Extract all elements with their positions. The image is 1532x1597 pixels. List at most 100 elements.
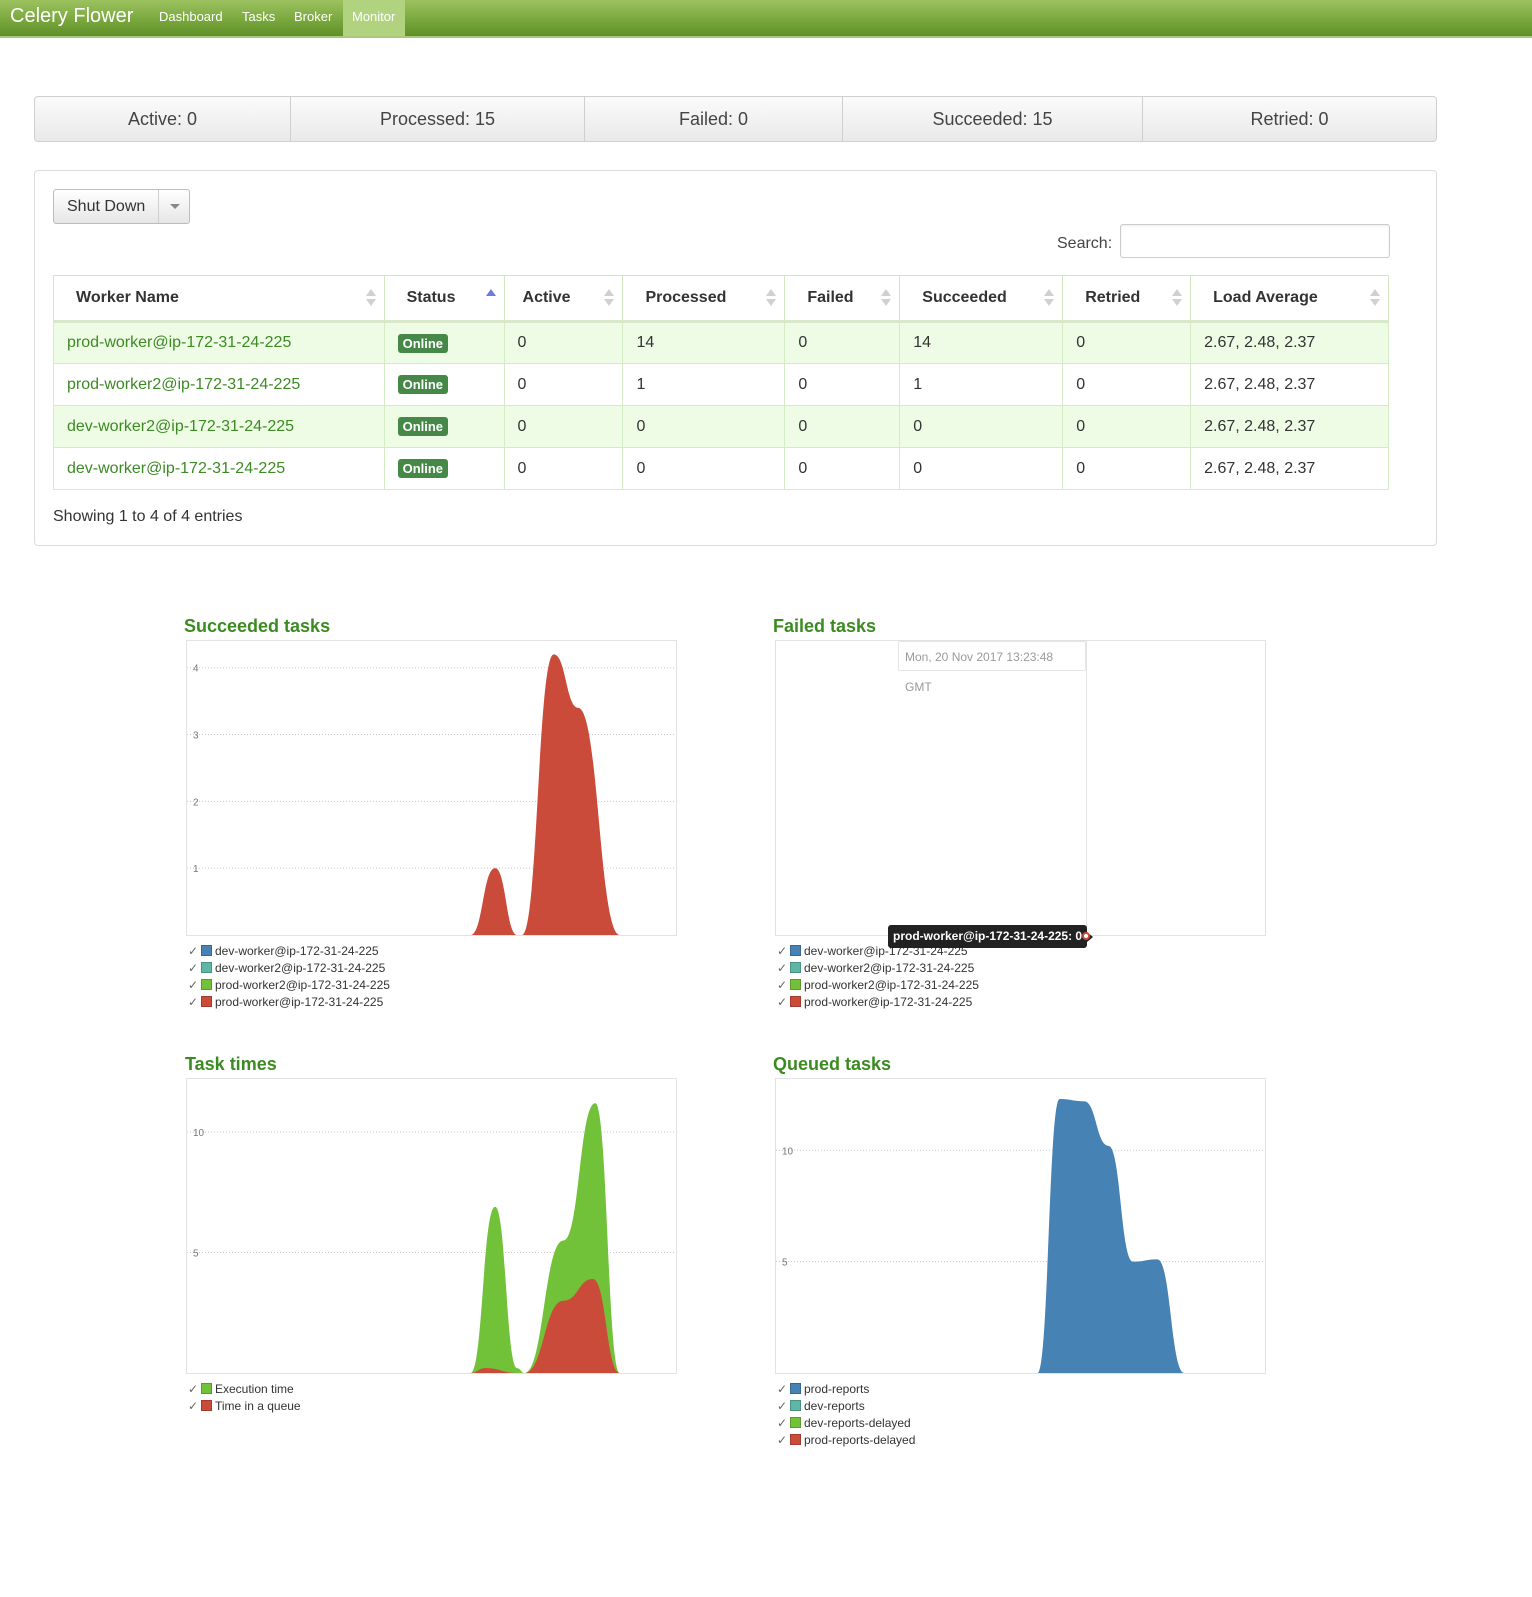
- legend-item-dev-worker2-ip-172-31-24-225[interactable]: ✓ dev-worker2@ip-172-31-24-225: [188, 960, 390, 977]
- column-active[interactable]: Active: [503, 275, 624, 323]
- column-load-average[interactable]: Load Average: [1190, 275, 1389, 323]
- legend-item-prod-worker2-ip-172-31-24-225[interactable]: ✓ prod-worker2@ip-172-31-24-225: [777, 977, 979, 994]
- cell-retried: 0: [1062, 405, 1192, 448]
- chart-queued-tasks[interactable]: 5 10: [775, 1078, 1266, 1374]
- column-processed[interactable]: Processed: [622, 275, 786, 323]
- cell-retried: 0: [1062, 447, 1192, 490]
- legend-swatch: [790, 979, 801, 990]
- nav-tasks[interactable]: Tasks: [233, 0, 284, 36]
- legend-item-dev-reports[interactable]: ✓ dev-reports: [777, 1398, 915, 1415]
- check-icon[interactable]: ✓: [777, 943, 790, 960]
- cell-processed: 0: [622, 447, 786, 490]
- cell-succeeded: 0: [899, 405, 1064, 448]
- chevron-down-icon[interactable]: [158, 190, 189, 223]
- legend-item-prod-worker-ip-172-31-24-225[interactable]: ✓ prod-worker@ip-172-31-24-225: [188, 994, 390, 1011]
- legend-swatch: [790, 1383, 801, 1394]
- status-badge: Online: [397, 417, 449, 436]
- status-badge: Online: [397, 375, 449, 394]
- legend-item-prod-reports-delayed[interactable]: ✓ prod-reports-delayed: [777, 1432, 915, 1449]
- sort-ascending-icon: [485, 289, 496, 309]
- check-icon[interactable]: ✓: [777, 1415, 790, 1432]
- table-row: dev-worker@ip-172-31-24-225 Online 0 0 0…: [53, 447, 1389, 490]
- nav-broker[interactable]: Broker: [285, 0, 341, 36]
- column-worker-name[interactable]: Worker Name: [53, 275, 385, 323]
- check-icon[interactable]: ✓: [777, 1398, 790, 1415]
- check-icon[interactable]: ✓: [188, 977, 201, 994]
- worker-link[interactable]: dev-worker@ip-172-31-24-225: [67, 460, 285, 477]
- table-row: dev-worker2@ip-172-31-24-225 Online 0 0 …: [53, 405, 1389, 448]
- check-icon[interactable]: ✓: [188, 960, 201, 977]
- legend-item-prod-worker-ip-172-31-24-225[interactable]: ✓ prod-worker@ip-172-31-24-225: [777, 994, 979, 1011]
- workers-panel: Shut Down Search: Worker Name Status Act…: [34, 170, 1437, 546]
- chart-svg: 1 2 3 4: [187, 654, 676, 935]
- cell-worker-name: prod-worker@ip-172-31-24-225: [53, 321, 385, 364]
- stat-failed: Failed: 0: [585, 97, 843, 141]
- area-series-prod-worker-ip-172-31-24-225[interactable]: [187, 654, 676, 935]
- cell-load-average: 2.67, 2.48, 2.37: [1190, 405, 1389, 448]
- check-icon[interactable]: ✓: [188, 1398, 201, 1415]
- worker-link[interactable]: prod-worker2@ip-172-31-24-225: [67, 376, 300, 393]
- sort-icon: [1370, 289, 1380, 309]
- area-series-prod-reports[interactable]: [776, 1099, 1265, 1373]
- cell-active: 0: [503, 321, 624, 364]
- legend-item-dev-worker-ip-172-31-24-225[interactable]: ✓ dev-worker@ip-172-31-24-225: [188, 943, 390, 960]
- legend-failed: ✓ dev-worker@ip-172-31-24-225 ✓ dev-worker2…: [777, 943, 979, 1011]
- chart-task-times[interactable]: 5 10: [186, 1078, 677, 1374]
- check-icon[interactable]: ✓: [188, 943, 201, 960]
- cell-load-average: 2.67, 2.48, 2.37: [1190, 321, 1389, 364]
- worker-link[interactable]: prod-worker@ip-172-31-24-225: [67, 334, 291, 351]
- check-icon[interactable]: ✓: [188, 1381, 201, 1398]
- column-failed[interactable]: Failed: [784, 275, 901, 323]
- check-icon[interactable]: ✓: [188, 994, 201, 1011]
- cell-load-average: 2.67, 2.48, 2.37: [1190, 363, 1389, 406]
- legend-item-execution-time[interactable]: ✓ Execution time: [188, 1381, 301, 1398]
- brand-logo[interactable]: Celery Flower: [10, 5, 133, 28]
- legend-label: dev-worker@ip-172-31-24-225: [215, 944, 379, 958]
- nav-monitor[interactable]: Monitor: [343, 0, 405, 36]
- cell-active: 0: [503, 447, 624, 490]
- column-label: Failed: [807, 289, 854, 306]
- y-tick-label: 2: [193, 797, 199, 808]
- check-icon[interactable]: ✓: [777, 977, 790, 994]
- sort-icon: [1044, 289, 1055, 309]
- legend-swatch: [790, 996, 801, 1007]
- legend-item-dev-reports-delayed[interactable]: ✓ dev-reports-delayed: [777, 1415, 915, 1432]
- legend-item-prod-worker2-ip-172-31-24-225[interactable]: ✓ prod-worker2@ip-172-31-24-225: [188, 977, 390, 994]
- stat-succeeded: Succeeded: 15: [843, 97, 1143, 141]
- column-label: Processed: [645, 289, 727, 306]
- check-icon[interactable]: ✓: [777, 1381, 790, 1398]
- chart-succeeded-tasks[interactable]: 1 2 3 4: [186, 640, 677, 936]
- cell-processed: 1: [622, 363, 786, 406]
- y-tick-label: 4: [193, 664, 199, 675]
- cell-load-average: 2.67, 2.48, 2.37: [1190, 447, 1389, 490]
- cell-active: 0: [503, 405, 624, 448]
- legend-label: prod-worker@ip-172-31-24-225: [215, 995, 384, 1009]
- sort-icon: [881, 289, 892, 309]
- legend-item-prod-reports[interactable]: ✓ prod-reports: [777, 1381, 915, 1398]
- cell-processed: 14: [622, 321, 786, 364]
- nav-dashboard[interactable]: Dashboard: [150, 0, 232, 36]
- legend-label: dev-worker2@ip-172-31-24-225: [804, 961, 975, 975]
- column-status[interactable]: Status: [383, 275, 505, 323]
- stat-processed: Processed: 15: [291, 97, 585, 141]
- column-retried[interactable]: Retried: [1062, 275, 1192, 323]
- legend-item-time-in-a-queue[interactable]: ✓ Time in a queue: [188, 1398, 301, 1415]
- search-input[interactable]: [1120, 224, 1390, 258]
- legend-label: dev-reports-delayed: [804, 1416, 911, 1430]
- check-icon[interactable]: ✓: [777, 960, 790, 977]
- cell-failed: 0: [784, 405, 901, 448]
- worker-link[interactable]: dev-worker2@ip-172-31-24-225: [67, 418, 294, 435]
- check-icon[interactable]: ✓: [777, 994, 790, 1011]
- legend-label: prod-worker@ip-172-31-24-225: [804, 995, 973, 1009]
- chart-svg: 5 10: [776, 1099, 1265, 1373]
- legend-swatch: [201, 962, 212, 973]
- legend-swatch: [790, 1417, 801, 1428]
- search-label: Search:: [1057, 235, 1113, 252]
- table-row: prod-worker@ip-172-31-24-225 Online 0 14…: [53, 321, 1389, 364]
- legend-queued: ✓ prod-reports ✓ dev-reports ✓ dev-reports-de…: [777, 1381, 915, 1449]
- chart-failed-tasks[interactable]: [775, 640, 1266, 936]
- check-icon[interactable]: ✓: [777, 1432, 790, 1449]
- column-succeeded[interactable]: Succeeded: [899, 275, 1064, 323]
- shutdown-button[interactable]: Shut Down: [54, 190, 158, 223]
- legend-item-dev-worker2-ip-172-31-24-225[interactable]: ✓ dev-worker2@ip-172-31-24-225: [777, 960, 979, 977]
